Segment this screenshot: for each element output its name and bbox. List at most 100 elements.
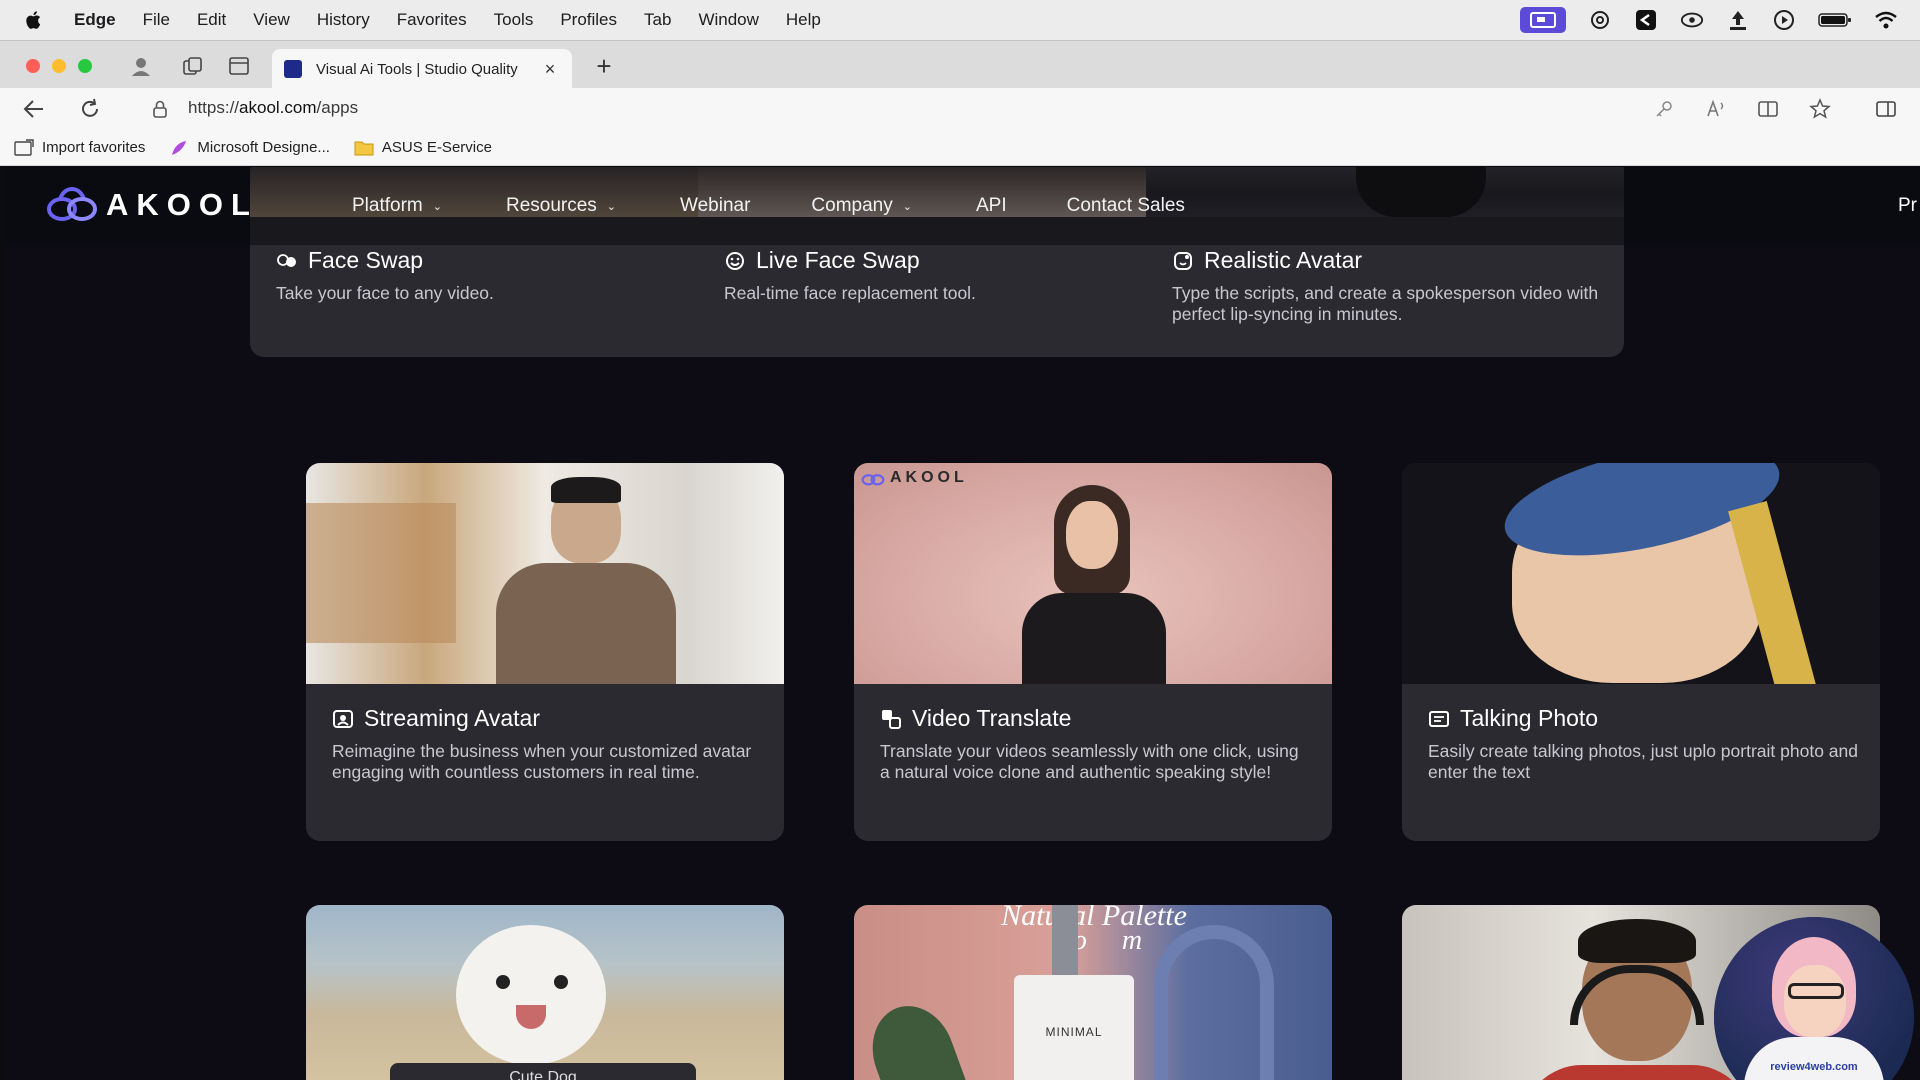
upload-icon[interactable] (1726, 8, 1750, 32)
lock-icon[interactable] (148, 97, 172, 121)
card-description: Easily create talking photos, just uplo … (1428, 741, 1858, 782)
menu-history[interactable]: History (317, 10, 370, 30)
card-streaming-avatar[interactable]: Streaming Avatar Reimagine the business … (306, 463, 784, 841)
plant-leaf (859, 994, 969, 1080)
nav-label: Contact Sales (1066, 195, 1185, 216)
bottle-neck (1052, 905, 1078, 985)
menu-tab[interactable]: Tab (644, 10, 671, 30)
nav-api[interactable]: API (976, 195, 1007, 217)
bookmark-asus-e-service[interactable]: ASUS E-Service (354, 139, 492, 157)
card-talking-photo[interactable]: Talking Photo Easily create talking phot… (1402, 463, 1880, 841)
card-title: Streaming Avatar (364, 705, 541, 731)
thumb-subheadline: Po m (1055, 925, 1143, 956)
streamer-face (1784, 965, 1846, 1037)
chevron-down-icon: ⌄ (432, 200, 442, 213)
avatar-icon (1172, 250, 1194, 272)
akool-logo[interactable]: AKOOL (46, 185, 258, 225)
dog-eye (496, 975, 510, 989)
favorite-star-icon[interactable] (1808, 97, 1832, 121)
nav-contact-sales[interactable]: Contact Sales (1067, 195, 1185, 217)
bookmark-microsoft-designer[interactable]: Microsoft Designe... (169, 139, 330, 157)
minimize-window-button[interactable] (52, 59, 66, 73)
face-swap-icon (276, 250, 298, 272)
person-face (1066, 501, 1118, 569)
card-description: Translate your videos seamlessly with on… (880, 741, 1299, 782)
card-thumbnail (306, 463, 784, 684)
split-screen-icon[interactable] (1874, 97, 1898, 121)
key-icon[interactable] (1652, 97, 1676, 121)
card-video-translate[interactable]: AKOOL Video Translate Translate your vid… (854, 463, 1332, 841)
immersive-reader-icon[interactable] (1756, 97, 1780, 121)
collections-icon[interactable] (180, 53, 206, 79)
thumb-logo: AKOOL (860, 469, 968, 487)
menu-app-edge[interactable]: Edge (74, 10, 116, 30)
menu-favorites[interactable]: Favorites (397, 10, 467, 30)
browser-tabbar: Visual Ai Tools | Studio Quality × + (0, 40, 1920, 89)
nav-links: Platform ⌄ Resources ⌄ Webinar Company ⌄ AP… (352, 167, 1185, 245)
card-title: Realistic Avatar (1204, 247, 1363, 273)
nav-truncated-item[interactable]: Pr (1898, 195, 1920, 217)
apple-icon[interactable] (24, 9, 44, 31)
tab-actions-icon[interactable] (226, 53, 252, 79)
card-row3-dog[interactable]: Cute Dog (306, 905, 784, 1080)
play-icon[interactable] (1772, 8, 1796, 32)
site-navbar: AKOOL Platform ⌄ Resources ⌄ Webinar Compa… (6, 167, 1920, 245)
close-window-button[interactable] (26, 59, 40, 73)
akool-logo-icon (47, 187, 97, 221)
arch-shape (1154, 925, 1274, 1080)
capcut-icon[interactable] (1634, 8, 1658, 32)
vpn-icon[interactable] (1680, 8, 1704, 32)
nav-webinar[interactable]: Webinar (680, 195, 750, 217)
menu-edit[interactable]: Edit (197, 10, 226, 30)
bookmark-label: ASUS E-Service (381, 139, 492, 156)
chevron-down-icon: ⌄ (606, 200, 617, 213)
screen-recorder-icon[interactable] (1520, 7, 1566, 33)
menu-view[interactable]: View (253, 10, 290, 30)
wifi-icon[interactable] (1874, 8, 1898, 32)
card-thumbnail: Cute Dog (306, 905, 784, 1080)
nav-company[interactable]: Company ⌄ (811, 195, 912, 217)
bookmark-import-favorites[interactable]: Import favorites (14, 138, 145, 157)
openai-icon[interactable] (1588, 8, 1612, 32)
new-tab-button[interactable]: + (590, 53, 618, 79)
menu-window[interactable]: Window (698, 10, 758, 30)
streamer-webcam-overlay: review4web.com (1714, 917, 1914, 1080)
url-path: /apps (316, 98, 359, 117)
refresh-icon[interactable] (78, 97, 102, 121)
nav-label: Company (811, 195, 893, 216)
glasses-icon (1788, 983, 1844, 999)
card-title: Talking Photo (1460, 705, 1599, 731)
battery-icon[interactable] (1818, 8, 1852, 32)
zoom-window-button[interactable] (78, 59, 92, 73)
tab-close-icon[interactable]: × (540, 59, 560, 80)
card-title-row: Live Face Swap (724, 247, 920, 274)
card-title-row: Realistic Avatar (1172, 247, 1362, 274)
translate-icon (880, 708, 902, 730)
card-description: Real-time face replacement tool. (724, 283, 976, 303)
dog-eye (554, 975, 568, 989)
person-shirt (496, 563, 676, 684)
person-hair (551, 477, 621, 503)
streaming-avatar-icon (332, 708, 354, 730)
card-thumbnail: Natural Palette Po m MINIMAL (854, 905, 1332, 1080)
thumb-caption: Cute Dog (390, 1063, 696, 1080)
profile-icon[interactable] (128, 53, 154, 79)
url-field[interactable]: https://akool.com/apps (188, 98, 358, 118)
url-host: akool.com (239, 98, 317, 117)
import-icon (14, 138, 34, 157)
card-row3-product[interactable]: Natural Palette Po m MINIMAL (854, 905, 1332, 1080)
web-page: Face Swap Take your face to any video. L… (6, 167, 1920, 1080)
menu-profiles[interactable]: Profiles (560, 10, 617, 30)
nav-platform[interactable]: Platform ⌄ (352, 195, 442, 217)
talking-photo-icon (1428, 708, 1450, 730)
read-aloud-icon[interactable] (1704, 97, 1728, 121)
menu-help[interactable]: Help (786, 10, 821, 30)
designer-icon (169, 139, 189, 157)
back-icon[interactable] (22, 97, 46, 121)
card-title: Video Translate (912, 705, 1072, 731)
status-area (1520, 0, 1898, 40)
nav-resources[interactable]: Resources ⌄ (506, 195, 616, 217)
menu-file[interactable]: File (143, 10, 170, 30)
menu-tools[interactable]: Tools (494, 10, 534, 30)
active-tab[interactable]: Visual Ai Tools | Studio Quality × (272, 49, 572, 89)
